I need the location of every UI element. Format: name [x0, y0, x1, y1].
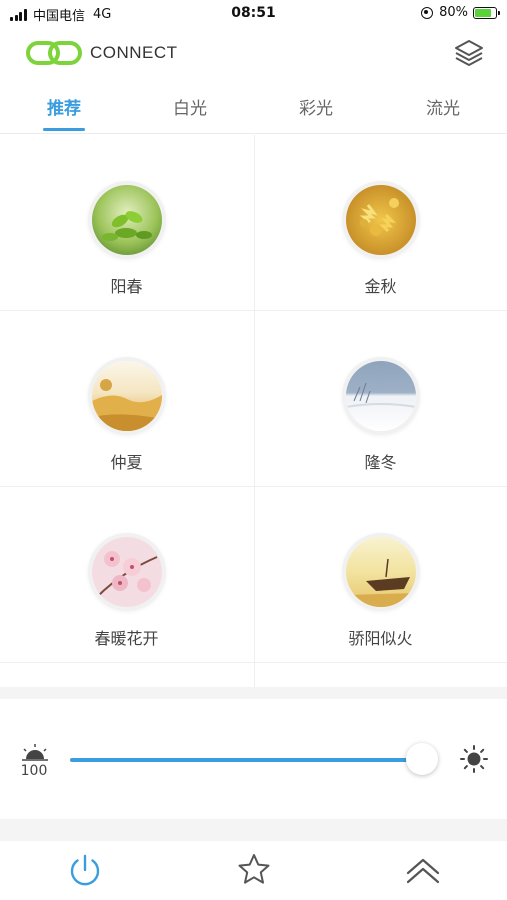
scene-label: 骄阳似火	[348, 629, 413, 648]
bottom-toolbar	[0, 841, 507, 900]
battery-icon	[473, 6, 500, 19]
app-header: CONNECT	[0, 30, 507, 76]
tab-white-light[interactable]: 白光	[140, 94, 240, 119]
cherry-blossom-photo	[92, 537, 162, 607]
status-bar: 中国电信 4G 08:51 80%	[0, 0, 507, 28]
section-separator	[0, 819, 507, 841]
power-icon[interactable]	[66, 851, 104, 889]
brightness-value: 100	[20, 763, 48, 779]
tab-color-light[interactable]: 彩光	[266, 94, 366, 119]
category-tabs: 推荐 白光 彩光 流光	[0, 86, 507, 134]
scene-grid: 阳春 金秋 仲夏 隆冬 春暖花开 骄阳似火	[0, 135, 507, 687]
app-logo: CONNECT	[26, 40, 178, 66]
autumn-leaves-photo	[346, 185, 416, 255]
sunrise-dim-icon	[22, 744, 48, 761]
scene-card[interactable]: 隆冬	[254, 311, 507, 487]
winter-lake-photo	[346, 361, 416, 431]
sun-bright-icon	[460, 745, 488, 773]
scene-card[interactable]: 阳春	[0, 135, 253, 311]
link-logo-icon	[26, 41, 82, 65]
brightness-slider-track[interactable]	[70, 758, 422, 762]
scene-card[interactable]: 骄阳似火	[254, 487, 507, 663]
tab-flow-light[interactable]: 流光	[393, 94, 493, 119]
layers-icon[interactable]	[453, 38, 485, 68]
scene-label: 阳春	[110, 277, 143, 296]
scene-label: 隆冬	[364, 453, 397, 472]
tab-underline	[43, 128, 85, 131]
scene-card[interactable]: 仲夏	[0, 311, 253, 487]
scene-label: 春暖花开	[94, 629, 159, 648]
scene-label: 仲夏	[110, 453, 143, 472]
green-leaves-photo	[92, 185, 162, 255]
summer-sunset-photo	[92, 361, 162, 431]
section-separator	[0, 687, 507, 699]
tab-recommended[interactable]: 推荐	[14, 94, 114, 119]
app-name: CONNECT	[90, 43, 178, 62]
status-right: 80%	[421, 5, 500, 20]
battery-fill	[475, 8, 491, 17]
scene-card[interactable]: 金秋	[254, 135, 507, 311]
chevron-up-icon[interactable]	[404, 851, 442, 889]
brightness-control: 100	[0, 699, 507, 819]
star-icon[interactable]	[235, 851, 273, 889]
scene-card[interactable]: 春暖花开	[0, 487, 253, 663]
orientation-lock-icon	[421, 6, 434, 19]
scene-label: 金秋	[364, 277, 397, 296]
boat-sunset-photo	[346, 537, 416, 607]
brightness-slider-handle[interactable]	[406, 743, 438, 775]
battery-percent: 80%	[439, 5, 468, 20]
